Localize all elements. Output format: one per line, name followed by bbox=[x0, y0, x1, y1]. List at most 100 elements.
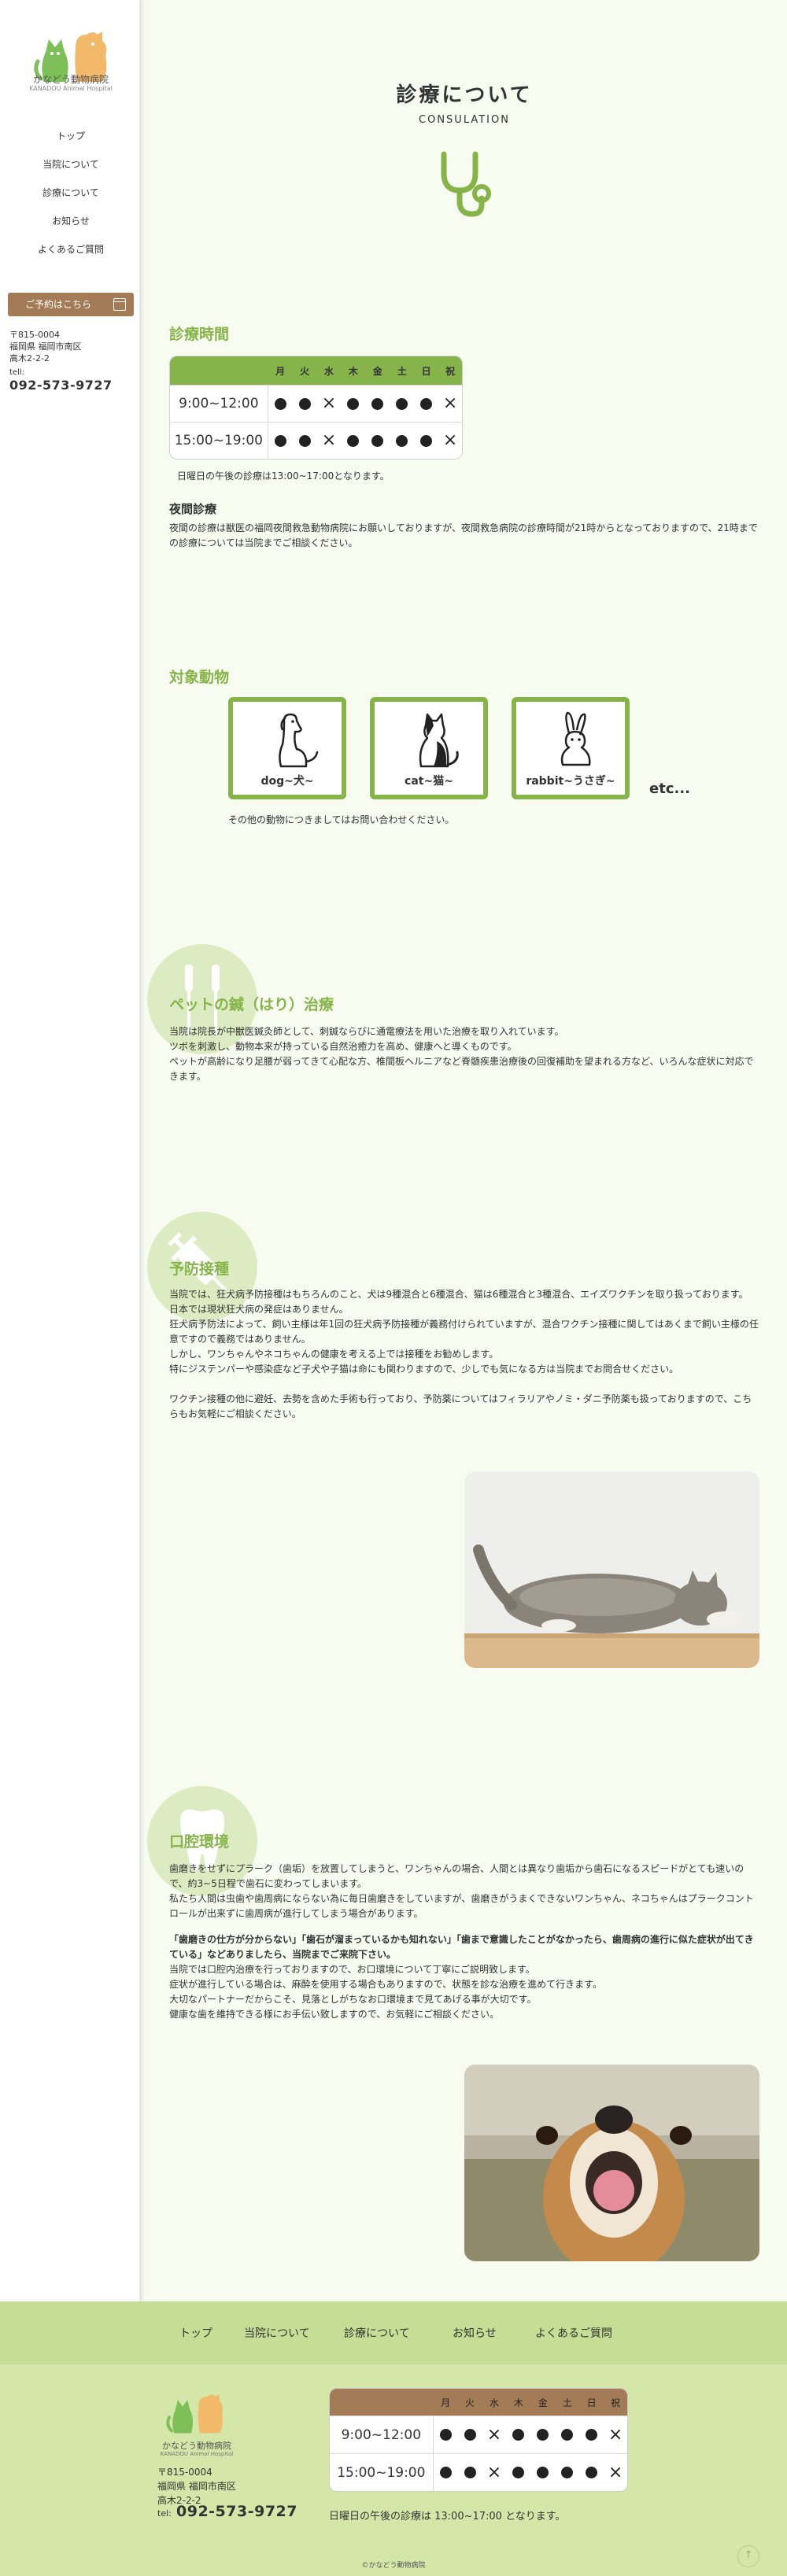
page-root: かなどう動物病院 KANADOU Animal Hospital トップ 当院に… bbox=[0, 0, 787, 2576]
animal-card-cat: cat~猫~ bbox=[370, 697, 488, 799]
schedule-mark bbox=[530, 2454, 555, 2491]
schedule-mark bbox=[555, 2416, 579, 2453]
address-postal: 〒815-0004 bbox=[9, 330, 60, 340]
day-header: 金 bbox=[538, 2397, 548, 2408]
day-header: 祝 bbox=[611, 2397, 621, 2408]
footer-hours-header: 月 火 水 木 金 土 日 祝 bbox=[330, 2389, 627, 2415]
sidebar-item-top[interactable]: トップ bbox=[0, 122, 142, 150]
rabbit-icon bbox=[560, 711, 591, 766]
night-text: 夜間の診療は獣医の福岡夜間救急動物病院にお願いしておりますが、夜間救急病院の診療… bbox=[169, 522, 758, 548]
day-header: 日 bbox=[421, 365, 431, 377]
schedule-mark bbox=[506, 2454, 530, 2491]
footer: かなどう動物病院 KANADOU Animal Hospital 〒815-00… bbox=[0, 2364, 787, 2576]
acupuncture-line: 当院は院長が中獣医鍼灸師として、刺鍼ならびに通電療法を用いた治療を取り入れていま… bbox=[169, 1026, 564, 1037]
dental-line: 「歯磨きの仕方が分からない」「歯石が溜まっているかも知れない」「歯まで意識したこ… bbox=[169, 1934, 754, 1960]
animal-label-dog: dog~犬~ bbox=[260, 775, 314, 788]
dental-line: 私たち人間は虫歯や歯周病にならない為に毎日歯磨きをしていますが、歯磨きがうまくで… bbox=[169, 1893, 754, 1919]
day-header: 木 bbox=[348, 365, 358, 377]
dental-line: 大切なパートナーだからこそ、見落としがちなお口環境まで見てあげる事が大切です。 bbox=[169, 1994, 537, 2005]
hours-row-afternoon: 15:00~19:00 × × bbox=[170, 422, 462, 459]
sidebar-item-consultation[interactable]: 診療について bbox=[0, 179, 142, 207]
schedule-mark: × bbox=[317, 423, 342, 459]
footer-nav-about[interactable]: 当院について bbox=[244, 2325, 310, 2341]
open-mark bbox=[371, 397, 384, 410]
address-city: 福岡県 福岡市南区 bbox=[9, 341, 82, 352]
vaccine-line: しかし、ワンちゃんやネコちゃんの健康を考える上では接種をお勧めします。 bbox=[169, 1349, 499, 1360]
animal-card-rabbit: rabbit~うさぎ~ bbox=[512, 697, 630, 799]
day-header: 火 bbox=[300, 365, 310, 377]
open-mark bbox=[439, 2429, 452, 2441]
schedule-mark bbox=[341, 423, 365, 459]
vaccine-line: 日本では現状狂犬病の発症はありません。 bbox=[169, 1304, 349, 1315]
schedule-mark bbox=[434, 2416, 458, 2453]
schedule-mark bbox=[434, 2454, 458, 2491]
footer-nav-news[interactable]: お知らせ bbox=[453, 2325, 497, 2341]
schedule-mark bbox=[341, 386, 365, 422]
footer-nav-faq[interactable]: よくあるご質問 bbox=[535, 2325, 612, 2341]
closed-mark: × bbox=[442, 393, 458, 413]
schedule-mark bbox=[390, 386, 414, 422]
footer-nav-top[interactable]: トップ bbox=[179, 2325, 212, 2341]
animal-card-dog: dog~犬~ bbox=[228, 697, 346, 799]
footer-address: 〒815-0004 福岡県 福岡市南区 高木2-2-2 bbox=[157, 2465, 236, 2508]
open-mark bbox=[464, 2467, 476, 2478]
open-mark bbox=[298, 434, 311, 447]
closed-mark: × bbox=[608, 2462, 623, 2482]
sidebar-tel[interactable]: 092-573-9727 bbox=[9, 378, 113, 393]
schedule-mark: × bbox=[438, 423, 462, 459]
acupuncture-text: 当院は院長が中獣医鍼灸師として、刺鍼ならびに通電療法を用いた治療を取り入れていま… bbox=[169, 1024, 759, 1084]
sidebar-tel-label: tell: bbox=[9, 368, 24, 377]
copyright: ©かなどう動物病院 bbox=[361, 2562, 426, 2570]
sidebar-nav: トップ 当院について 診療について お知らせ よくあるご質問 bbox=[0, 122, 142, 264]
schedule-mark bbox=[414, 423, 438, 459]
closed-mark: × bbox=[486, 2462, 502, 2482]
open-mark bbox=[537, 2467, 549, 2478]
scroll-top-button[interactable] bbox=[737, 2545, 759, 2567]
animal-label-rabbit: rabbit~うさぎ~ bbox=[526, 775, 615, 788]
footer-tel-label: tel: bbox=[157, 2508, 172, 2519]
sidebar-item-faq[interactable]: よくあるご質問 bbox=[0, 235, 142, 264]
schedule-mark: × bbox=[604, 2454, 627, 2491]
acupuncture-line: ペットが高齢になり足腰が弱ってきて心配な方、椎間板ヘルニアなど脊髄疾患治療後の回… bbox=[169, 1056, 754, 1082]
address-postal: 〒815-0004 bbox=[157, 2467, 212, 2478]
schedule-mark bbox=[579, 2454, 604, 2491]
footer-hours-row-morning: 9:00~12:00 × × bbox=[330, 2415, 627, 2453]
schedule-mark bbox=[530, 2416, 555, 2453]
stethoscope-icon bbox=[441, 151, 491, 217]
sidebar-item-about[interactable]: 当院について bbox=[0, 150, 142, 179]
hours-time: 15:00~19:00 bbox=[170, 423, 268, 459]
closed-mark: × bbox=[486, 2424, 502, 2445]
schedule-mark bbox=[458, 2454, 482, 2491]
open-mark bbox=[396, 397, 408, 410]
dental-line: 症状が進行している場合は、麻酔を使用する場合もありますので、状態を診な治療を進め… bbox=[169, 1979, 602, 1990]
dental-line: 健康な歯を維持できる様にお手伝い致しますので、お気軽にご相談ください。 bbox=[169, 2009, 500, 2020]
footer-nav-consultation[interactable]: 診療について bbox=[344, 2325, 410, 2341]
cat-icon bbox=[419, 713, 459, 768]
footer-logo[interactable] bbox=[157, 2388, 236, 2443]
hours-table: 月 火 水 木 金 土 日 祝 9:00~12:00 × × 15:00~19:… bbox=[169, 356, 463, 459]
acupuncture-line: ツボを刺激し、動物本来が持っている自然治癒力を高め、健康へと導くものです。 bbox=[169, 1041, 517, 1052]
logo-subtext: KANADOU Animal Hospital bbox=[29, 85, 113, 92]
hours-note: 日曜日の午後の診療は13:00~17:00となります。 bbox=[177, 471, 390, 482]
vaccine-line: 特にジステンパーや感染症など子犬や子猫は命にも関わりますので、少しでも気になる方… bbox=[169, 1364, 679, 1375]
day-header: 木 bbox=[513, 2397, 523, 2408]
footer-tel[interactable]: 092-573-9727 bbox=[176, 2503, 297, 2520]
schedule-mark bbox=[293, 386, 317, 422]
schedule-mark: × bbox=[438, 386, 462, 422]
open-mark bbox=[420, 434, 433, 447]
dental-text: 歯磨きをせずにプラーク（歯垢）を放置してしまうと、ワンちゃんの場合、人間とは異な… bbox=[169, 1862, 759, 2022]
sidebar-item-news[interactable]: お知らせ bbox=[0, 207, 142, 235]
reserve-button[interactable]: ご予約はこちら bbox=[8, 293, 134, 316]
logo-text: かなどう動物病院 bbox=[32, 74, 109, 85]
hours-header-blank bbox=[330, 2389, 434, 2415]
schedule-mark bbox=[268, 386, 293, 422]
hours-time: 9:00~12:00 bbox=[330, 2416, 434, 2453]
open-mark bbox=[420, 397, 433, 410]
footer-logo-text: かなどう動物病院 bbox=[162, 2441, 231, 2451]
open-mark bbox=[439, 2467, 452, 2478]
footer-nav: トップ 当院について 診療について お知らせ よくあるご質問 bbox=[0, 2301, 787, 2364]
animal-label-cat: cat~猫~ bbox=[405, 775, 453, 788]
day-header: 水 bbox=[489, 2397, 499, 2408]
hours-table-header: 月 火 水 木 金 土 日 祝 bbox=[170, 356, 462, 385]
